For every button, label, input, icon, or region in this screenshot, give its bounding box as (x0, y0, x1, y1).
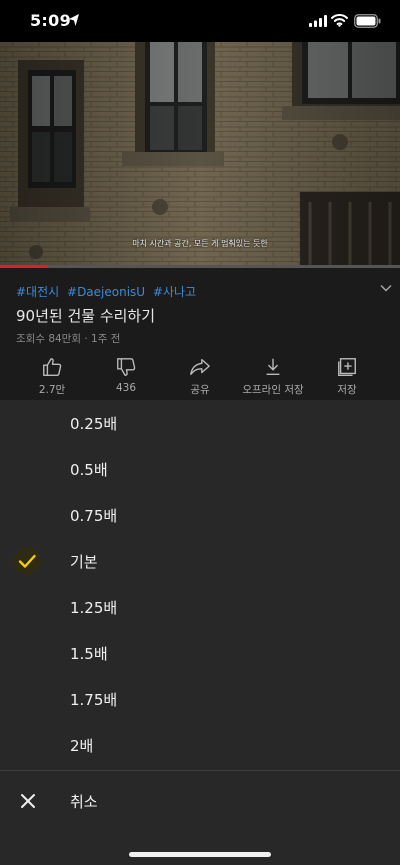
cellular-signal-icon (309, 15, 327, 27)
cancel-label: 취소 (70, 793, 98, 811)
save-button[interactable]: 저장 (307, 356, 387, 397)
playback-speed-sheet: 0.25배 0.5배 0.75배 기본 1.25배 1.5배 1.75배 2배 … (0, 400, 400, 865)
action-bar: 2.7만 436 공유 오프라인 저장 저장 (0, 356, 400, 400)
sheet-divider (0, 770, 400, 771)
hashtag-link[interactable]: #DaejeonisU (67, 285, 145, 299)
speed-option-label: 기본 (70, 553, 98, 571)
speed-option[interactable]: 1.75배 (0, 676, 400, 722)
dislike-button[interactable]: 436 (86, 356, 166, 394)
speed-option-label: 0.5배 (70, 461, 108, 479)
speed-option[interactable]: 1.5배 (0, 630, 400, 676)
video-title[interactable]: 90년된 건물 수리하기 (16, 305, 155, 326)
speed-option[interactable]: 1.25배 (0, 584, 400, 630)
video-frame (0, 42, 400, 267)
speed-option-label: 1.5배 (70, 645, 108, 663)
video-player[interactable]: 마치 시간과 공간, 모든 게 멈춰있는 듯한 (0, 42, 400, 267)
speed-option-label: 2배 (70, 737, 94, 755)
download-button[interactable]: 오프라인 저장 (233, 356, 313, 397)
hashtag-list: #대전시 #DaejeonisU #사나고 (16, 283, 200, 300)
speed-option-label: 0.75배 (70, 507, 118, 525)
status-bar: 5:09 (0, 0, 400, 42)
speed-option[interactable]: 2배 (0, 722, 400, 768)
download-icon (266, 358, 280, 376)
wifi-icon (331, 14, 348, 27)
share-label: 공유 (190, 384, 210, 396)
video-meta: 조회수 84만회 · 1주 전 (16, 333, 121, 345)
share-button[interactable]: 공유 (160, 356, 240, 397)
speed-option-selected[interactable]: 기본 (0, 538, 400, 584)
add-to-playlist-icon (338, 358, 356, 376)
save-label: 저장 (337, 384, 357, 396)
chevron-down-icon[interactable] (380, 284, 392, 292)
home-indicator[interactable] (129, 852, 271, 857)
thumbs-down-icon (117, 358, 136, 376)
location-arrow-icon (69, 14, 79, 26)
speed-option-label: 1.75배 (70, 691, 118, 709)
dislike-count: 436 (115, 382, 137, 394)
speed-option[interactable]: 0.75배 (0, 492, 400, 538)
close-icon (21, 794, 35, 808)
like-button[interactable]: 2.7만 (12, 356, 92, 397)
hashtag-link[interactable]: #사나고 (153, 285, 196, 299)
share-icon (190, 358, 210, 376)
thumbs-up-icon (43, 358, 62, 376)
download-label: 오프라인 저장 (242, 384, 304, 396)
check-icon (13, 547, 41, 575)
status-time: 5:09 (30, 11, 71, 30)
battery-icon (354, 14, 381, 28)
hashtag-link[interactable]: #대전시 (16, 285, 59, 299)
like-count: 2.7만 (38, 384, 66, 396)
speed-option-label: 0.25배 (70, 415, 118, 433)
video-subtitle: 마치 시간과 공간, 모든 게 멈춰있는 듯한 (132, 239, 268, 248)
cancel-button[interactable]: 취소 (0, 778, 400, 824)
speed-option[interactable]: 0.5배 (0, 446, 400, 492)
speed-option-label: 1.25배 (70, 599, 118, 617)
video-info: #대전시 #DaejeonisU #사나고 90년된 건물 수리하기 조회수 8… (0, 268, 400, 400)
speed-option[interactable]: 0.25배 (0, 400, 400, 446)
